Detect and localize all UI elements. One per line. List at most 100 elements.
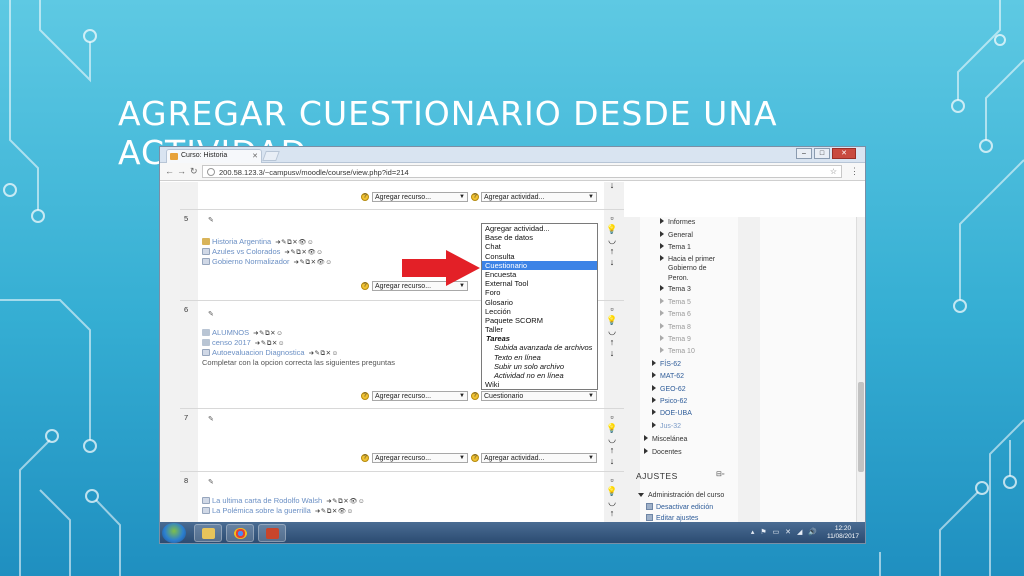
dropdown-option[interactable]: Agregar actividad... — [482, 224, 597, 233]
resource-edit-icons[interactable]: ➜✎⧉✕👁☺ — [326, 498, 365, 505]
help-icon[interactable]: ? — [471, 193, 479, 201]
sidebar-tree-item[interactable]: FÍS-62 — [652, 359, 681, 368]
resource-link[interactable]: Gobierno Normalizador ➜✎⧉✕👁☺ — [202, 257, 332, 267]
dropdown-option[interactable]: Subir un solo archivo — [482, 362, 597, 371]
resource-edit-icons[interactable]: ➜✎⧉✕👁☺ — [315, 508, 354, 515]
edit-summary-icon[interactable]: ✎ — [208, 415, 214, 423]
add-resource-select[interactable]: Agregar recurso... ▼ — [372, 453, 468, 463]
sidebar-tree-item[interactable]: Informes — [660, 218, 695, 226]
settings-item[interactable]: Desactivar edición — [646, 503, 713, 511]
block-controls-icon[interactable]: ⊟▫ — [716, 470, 724, 478]
sidebar-tree-item[interactable]: Docentes — [644, 447, 682, 456]
sidebar-tree-item[interactable]: DOE-UBA — [652, 409, 692, 417]
add-resource-select[interactable]: Agregar recurso... ▼ — [372, 192, 468, 202]
sidebar-tree-item[interactable]: Tema 6 — [660, 310, 691, 318]
resource-edit-icons[interactable]: ➜✎⧉✕☺ — [309, 350, 339, 357]
sidebar-tree-item[interactable]: General — [660, 230, 693, 239]
expand-arrow-icon[interactable] — [652, 372, 656, 379]
expand-arrow-icon[interactable] — [660, 310, 664, 317]
browser-tab[interactable]: Curso: Historia ✕ — [166, 149, 262, 163]
resource-edit-icons[interactable]: ➜✎⧉✕👁☺ — [294, 259, 333, 266]
dropdown-option[interactable]: Subida avanzada de archivos — [482, 343, 597, 352]
sidebar-tree-item[interactable]: Gobierno de — [668, 265, 707, 272]
chrome-taskbar-button[interactable] — [226, 524, 254, 542]
sidebar-tree-item[interactable]: Tema 9 — [660, 334, 691, 343]
expand-arrow-icon[interactable] — [652, 409, 656, 416]
add-activity-select[interactable]: Cuestionario ▼ — [481, 391, 597, 401]
expand-arrow-icon[interactable] — [660, 322, 664, 329]
expand-arrow-icon[interactable] — [660, 255, 664, 262]
powerpoint-taskbar-button[interactable] — [258, 524, 286, 542]
dropdown-option[interactable]: Cuestionario — [482, 260, 597, 270]
sidebar-tree-item[interactable]: Hacia el primer — [660, 255, 715, 263]
move-down-icon[interactable]: ↓ — [606, 180, 618, 191]
section-controls[interactable]: ▫💡◡↑↓ — [606, 412, 618, 467]
windows-start-icon[interactable] — [162, 523, 186, 543]
bookmark-star-icon[interactable]: ☆ — [830, 167, 837, 176]
system-tray-icons[interactable]: ▴ ⚑ ▭ ✕ ◢ 🔊 — [751, 528, 819, 536]
sidebar-tree-item[interactable]: MAT-62 — [652, 372, 684, 380]
dropdown-option[interactable]: Glosario — [482, 298, 597, 307]
sidebar-tree-item[interactable]: Tema 10 — [660, 347, 695, 355]
back-icon[interactable]: ← — [165, 166, 174, 176]
browser-menu-icon[interactable]: ⋮ — [850, 166, 859, 177]
sidebar-tree-item[interactable]: Miscelánea — [644, 435, 687, 443]
sidebar-tree-item[interactable]: Tema 1 — [660, 242, 691, 251]
settings-item[interactable]: Editar ajustes — [646, 514, 698, 522]
expand-arrow-icon[interactable] — [652, 396, 656, 403]
dropdown-option[interactable]: External Tool — [482, 279, 597, 288]
expand-arrow-icon[interactable] — [660, 230, 664, 237]
resource-link[interactable]: censo 2017 ➜✎⧉✕☺ — [202, 338, 285, 348]
expand-arrow-icon[interactable] — [652, 359, 656, 366]
close-window-icon[interactable]: ✕ — [832, 148, 856, 159]
resource-link[interactable]: La Polémica sobre la guerrilla ➜✎⧉✕👁☺ — [202, 506, 354, 516]
section-controls[interactable]: ▫💡◡↑↓ — [606, 304, 618, 359]
resource-link[interactable]: ALUMNOS ➜✎⧉✕☺ — [202, 328, 283, 338]
dropdown-option[interactable]: Consulta — [482, 252, 597, 261]
dropdown-option[interactable]: Foro — [482, 288, 597, 297]
new-tab-button[interactable] — [262, 151, 280, 161]
expand-arrow-icon[interactable] — [660, 242, 664, 249]
sidebar-tree-item[interactable]: Tema 5 — [660, 297, 691, 306]
help-icon[interactable]: ? — [361, 193, 369, 201]
sidebar-tree-item[interactable]: Peron. — [668, 275, 689, 282]
add-activity-select[interactable]: Agregar actividad... ▼ — [481, 453, 597, 463]
dropdown-option[interactable]: Texto en línea — [482, 353, 597, 362]
expand-arrow-icon[interactable] — [660, 347, 664, 354]
settings-item[interactable]: Administración del curso — [638, 492, 724, 499]
dropdown-option[interactable]: Taller — [482, 325, 597, 334]
edit-summary-icon[interactable]: ✎ — [208, 216, 214, 224]
resource-link[interactable]: Historia Argentina ➜✎⧉✕👁☺ — [202, 237, 314, 247]
section-controls[interactable]: ▫💡◡↑↓ — [606, 213, 618, 268]
page-scrollbar[interactable] — [856, 217, 865, 543]
minimize-icon[interactable]: – — [796, 148, 812, 159]
sidebar-tree-item[interactable]: Jus-32 — [652, 421, 681, 430]
expand-arrow-icon[interactable] — [652, 421, 656, 428]
help-icon[interactable]: ? — [471, 392, 479, 400]
dropdown-option[interactable]: Lección — [482, 307, 597, 316]
resource-edit-icons[interactable]: ➜✎⧉✕👁☺ — [275, 239, 314, 246]
help-icon[interactable]: ? — [471, 454, 479, 462]
dropdown-option[interactable]: Base de datos — [482, 233, 597, 242]
edit-summary-icon[interactable]: ✎ — [208, 310, 214, 318]
add-activity-select[interactable]: Agregar actividad... ▼ — [481, 192, 597, 202]
sidebar-tree-item[interactable]: Tema 8 — [660, 322, 691, 331]
dropdown-option[interactable]: Actividad no en línea — [482, 371, 597, 380]
dropdown-option[interactable]: Paquete SCORM — [482, 316, 597, 325]
resource-link[interactable]: Azules vs Colorados ➜✎⧉✕👁☺ — [202, 247, 323, 257]
resource-edit-icons[interactable]: ➜✎⧉✕👁☺ — [284, 249, 323, 256]
expand-arrow-icon[interactable] — [652, 384, 656, 391]
sidebar-tree-item[interactable]: GEO-62 — [652, 384, 686, 393]
forward-icon[interactable]: → — [177, 166, 186, 176]
scrollbar-thumb[interactable] — [858, 382, 864, 472]
dropdown-option[interactable]: Encuesta — [482, 270, 597, 279]
dropdown-option[interactable]: Wiki — [482, 380, 597, 389]
edit-summary-icon[interactable]: ✎ — [208, 478, 214, 486]
help-icon[interactable]: ? — [361, 282, 369, 290]
expand-arrow-icon[interactable] — [660, 297, 664, 304]
sidebar-tree-item[interactable]: Psico-62 — [652, 396, 687, 405]
expand-arrow-icon[interactable] — [660, 285, 664, 292]
activity-dropdown-list[interactable]: Agregar actividad... Base de datos Chat Con… — [481, 223, 598, 391]
resource-link[interactable]: Autoevaluacion Diagnostica ➜✎⧉✕☺ — [202, 348, 339, 358]
resource-edit-icons[interactable]: ➜✎⧉✕☺ — [255, 340, 285, 347]
